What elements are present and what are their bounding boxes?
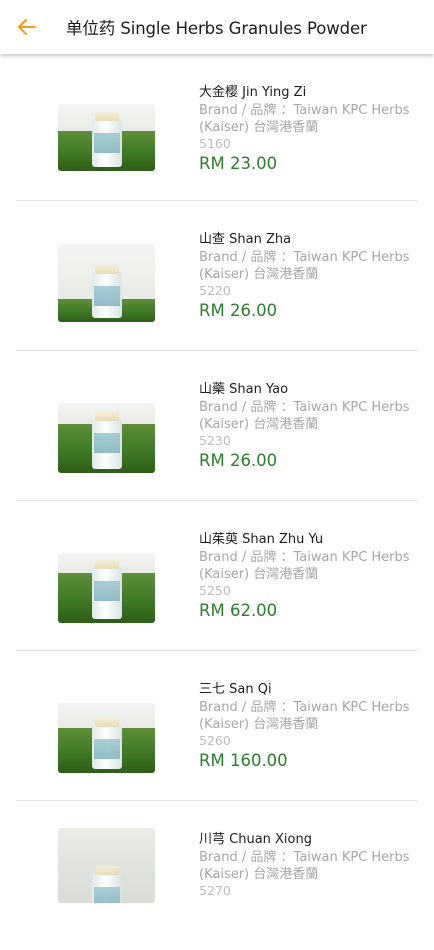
page-title: 单位药 Single Herbs Granules Powder <box>66 19 367 38</box>
product-brand: Brand / 品牌 ：Taiwan KPC Herbs (Kaiser) 台灣… <box>199 850 410 882</box>
product-image <box>58 104 155 171</box>
product-card[interactable]: 山藥 Shan Yao Brand / 品牌 ：Taiwan KPC Herbs… <box>16 351 418 501</box>
product-name: 川芎 Chuan Xiong <box>199 832 312 847</box>
product-brand: Brand / 品牌 ：Taiwan KPC Herbs (Kaiser) 台灣… <box>199 550 410 582</box>
product-name: 三七 San Qi <box>199 682 272 697</box>
product-list: 大金樱 Jin Ying Zi Brand / 品牌 ：Taiwan KPC H… <box>0 54 434 950</box>
product-image <box>58 553 155 623</box>
product-price: RM 62.00 <box>199 601 278 620</box>
product-code: 5270 <box>199 883 231 898</box>
app-bar: 单位药 Single Herbs Granules Powder <box>0 0 434 54</box>
product-brand: Brand / 品牌 ：Taiwan KPC Herbs (Kaiser) 台灣… <box>199 400 410 432</box>
product-price: RM 23.00 <box>199 154 278 173</box>
product-code: 5250 <box>199 583 231 598</box>
product-image <box>58 403 155 473</box>
product-brand: Brand / 品牌 ：Taiwan KPC Herbs (Kaiser) 台灣… <box>199 103 410 135</box>
back-button[interactable] <box>0 0 54 54</box>
product-image <box>58 828 155 903</box>
product-code: 5260 <box>199 733 231 748</box>
product-image <box>58 703 155 773</box>
product-card[interactable]: 大金樱 Jin Ying Zi Brand / 品牌 ：Taiwan KPC H… <box>16 54 418 201</box>
product-brand: Brand / 品牌 ：Taiwan KPC Herbs (Kaiser) 台灣… <box>199 250 410 282</box>
product-code: 5230 <box>199 433 231 448</box>
product-card[interactable]: 山茱萸 Shan Zhu Yu Brand / 品牌 ：Taiwan KPC H… <box>16 501 418 651</box>
product-card[interactable]: 三七 San Qi Brand / 品牌 ：Taiwan KPC Herbs (… <box>16 651 418 801</box>
product-code: 5160 <box>199 136 231 151</box>
product-price: RM 26.00 <box>199 301 278 320</box>
product-code: 5220 <box>199 283 231 298</box>
arrow-left-icon <box>18 19 36 35</box>
product-card[interactable]: 川芎 Chuan Xiong Brand / 品牌 ：Taiwan KPC He… <box>16 801 418 950</box>
product-price: RM 26.00 <box>199 451 278 470</box>
product-card[interactable]: 山查 Shan Zha Brand / 品牌 ：Taiwan KPC Herbs… <box>16 201 418 351</box>
product-brand: Brand / 品牌 ：Taiwan KPC Herbs (Kaiser) 台灣… <box>199 700 410 732</box>
product-price: RM 160.00 <box>199 751 288 770</box>
product-name: 大金樱 Jin Ying Zi <box>199 85 307 100</box>
product-name: 山查 Shan Zha <box>199 232 292 247</box>
product-name: 山藥 Shan Yao <box>199 382 289 397</box>
product-name: 山茱萸 Shan Zhu Yu <box>199 532 324 547</box>
product-image <box>58 244 155 322</box>
